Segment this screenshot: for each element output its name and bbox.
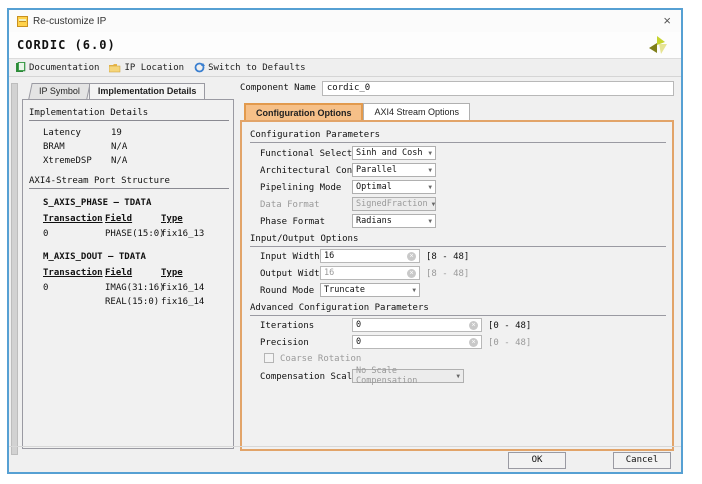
ip-location-button[interactable]: IP Location bbox=[109, 63, 184, 73]
xtremedsp-label: XtremeDSP bbox=[43, 156, 92, 166]
table-cell: 0 bbox=[43, 229, 48, 239]
implementation-details-heading: Implementation Details bbox=[29, 108, 229, 121]
clear-icon[interactable]: × bbox=[407, 252, 416, 261]
pipelining-mode-label: Pipelining Mode bbox=[260, 183, 341, 193]
configuration-options-panel: Configuration Parameters Functional Sele… bbox=[240, 120, 674, 451]
input-width-range: [8 - 48] bbox=[426, 252, 469, 262]
xtremedsp-value: N/A bbox=[111, 156, 127, 166]
table-cell: fix16_13 bbox=[161, 229, 204, 239]
table-cell: fix16_14 bbox=[161, 297, 204, 307]
documentation-button[interactable]: Documentation bbox=[15, 62, 99, 73]
col-type: Type bbox=[161, 268, 183, 278]
chevron-down-icon: ▼ bbox=[412, 287, 416, 294]
ok-button[interactable]: OK bbox=[508, 452, 566, 469]
col-field: Field bbox=[105, 268, 132, 278]
precision-label: Precision bbox=[260, 338, 309, 348]
ip-location-label: IP Location bbox=[124, 63, 184, 73]
latency-label: Latency bbox=[43, 128, 81, 138]
data-format-label: Data Format bbox=[260, 200, 320, 210]
recustomize-ip-dialog: Re-customize IP × CORDIC (6.0) Documenta… bbox=[7, 8, 683, 474]
m-axis-dout-title: M_AXIS_DOUT — TDATA bbox=[43, 252, 146, 262]
documentation-label: Documentation bbox=[29, 63, 99, 73]
cancel-button[interactable]: Cancel bbox=[613, 452, 671, 469]
left-panel-tabs: IP Symbol Implementation Details bbox=[30, 83, 234, 99]
advanced-heading: Advanced Configuration Parameters bbox=[250, 303, 666, 316]
clear-icon[interactable]: × bbox=[469, 338, 478, 347]
toolbar: Documentation IP Location Switch to Defa… bbox=[9, 58, 681, 77]
chevron-down-icon: ▼ bbox=[428, 218, 432, 225]
switch-to-defaults-label: Switch to Defaults bbox=[208, 63, 306, 73]
xilinx-logo-icon bbox=[647, 34, 669, 60]
table-cell: 0 bbox=[43, 283, 48, 293]
left-panel: IP Symbol Implementation Details Impleme… bbox=[22, 83, 234, 449]
output-width-label: Output Width bbox=[260, 269, 325, 279]
table-cell: fix16_14 bbox=[161, 283, 204, 293]
switch-to-defaults-button[interactable]: Switch to Defaults bbox=[194, 62, 306, 73]
col-transaction: Transaction bbox=[43, 214, 103, 224]
config-params-heading: Configuration Parameters bbox=[250, 130, 666, 143]
round-mode-label: Round Mode bbox=[260, 286, 314, 296]
iterations-field[interactable]: 0× bbox=[352, 318, 482, 332]
pipelining-mode-dropdown[interactable]: Optimal▼ bbox=[352, 180, 436, 194]
component-name-input[interactable] bbox=[322, 81, 674, 96]
title-bar: Re-customize IP × bbox=[9, 10, 681, 32]
s-axis-phase-title: S_AXIS_PHASE — TDATA bbox=[43, 198, 151, 208]
chevron-down-icon: ▼ bbox=[428, 184, 432, 191]
output-width-range: [8 - 48] bbox=[426, 269, 469, 279]
clear-icon[interactable]: × bbox=[469, 321, 478, 330]
io-options-heading: Input/Output Options bbox=[250, 234, 666, 247]
ip-header: CORDIC (6.0) bbox=[9, 32, 681, 58]
col-transaction: Transaction bbox=[43, 268, 103, 278]
output-width-field: 16× bbox=[320, 266, 420, 280]
refresh-icon bbox=[194, 62, 205, 73]
compensation-scaling-dropdown: No Scale Compensation▼ bbox=[352, 369, 464, 383]
precision-range: [0 - 48] bbox=[488, 338, 531, 348]
tab-ip-symbol[interactable]: IP Symbol bbox=[28, 83, 90, 99]
main-panel: Component Name Configuration Options AXI… bbox=[240, 79, 674, 451]
coarse-rotation-checkbox bbox=[264, 353, 274, 363]
table-cell: IMAG(31:16) bbox=[105, 283, 165, 293]
close-icon[interactable]: × bbox=[663, 13, 671, 28]
precision-field[interactable]: 0× bbox=[352, 335, 482, 349]
tab-implementation-details[interactable]: Implementation Details bbox=[89, 83, 206, 99]
latency-value: 19 bbox=[111, 128, 122, 138]
functional-selection-dropdown[interactable]: Sinh and Cosh▼ bbox=[352, 146, 436, 160]
clear-icon: × bbox=[407, 269, 416, 278]
tab-configuration-options[interactable]: Configuration Options bbox=[244, 103, 363, 120]
folder-icon bbox=[109, 63, 121, 73]
implementation-details-panel: Implementation Details Latency 19 BRAM N… bbox=[22, 99, 234, 449]
table-cell: PHASE(15:0) bbox=[105, 229, 165, 239]
ip-name-version: CORDIC (6.0) bbox=[17, 38, 116, 52]
component-name-label: Component Name bbox=[240, 83, 316, 93]
col-field: Field bbox=[105, 214, 132, 224]
table-cell: REAL(15:0) bbox=[105, 297, 159, 307]
tab-axi4-stream-options[interactable]: AXI4 Stream Options bbox=[363, 103, 470, 120]
dialog-icon bbox=[17, 16, 28, 27]
dialog-title: Re-customize IP bbox=[33, 16, 106, 27]
chevron-down-icon: ▼ bbox=[428, 150, 432, 157]
input-width-label: Input Width bbox=[260, 252, 320, 262]
bram-value: N/A bbox=[111, 142, 127, 152]
coarse-rotation-label: Coarse Rotation bbox=[280, 354, 361, 364]
axi4-stream-heading: AXI4-Stream Port Structure bbox=[29, 176, 229, 189]
phase-format-label: Phase Format bbox=[260, 217, 325, 227]
round-mode-dropdown[interactable]: Truncate▼ bbox=[320, 283, 420, 297]
architectural-configuration-dropdown[interactable]: Parallel▼ bbox=[352, 163, 436, 177]
left-collapse-strip[interactable] bbox=[11, 83, 18, 455]
col-type: Type bbox=[161, 214, 183, 224]
chevron-down-icon: ▼ bbox=[428, 167, 432, 174]
iterations-range: [0 - 48] bbox=[488, 321, 531, 331]
options-tabs: Configuration Options AXI4 Stream Option… bbox=[244, 103, 674, 120]
phase-format-dropdown[interactable]: Radians▼ bbox=[352, 214, 436, 228]
book-icon bbox=[15, 62, 26, 73]
dialog-content: IP Symbol Implementation Details Impleme… bbox=[9, 77, 681, 472]
iterations-label: Iterations bbox=[260, 321, 314, 331]
bram-label: BRAM bbox=[43, 142, 65, 152]
chevron-down-icon: ▼ bbox=[432, 201, 436, 208]
data-format-dropdown: SignedFraction▼ bbox=[352, 197, 436, 211]
input-width-field[interactable]: 16× bbox=[320, 249, 420, 263]
chevron-down-icon: ▼ bbox=[456, 373, 460, 380]
footer-bar: OK Cancel bbox=[9, 446, 681, 472]
